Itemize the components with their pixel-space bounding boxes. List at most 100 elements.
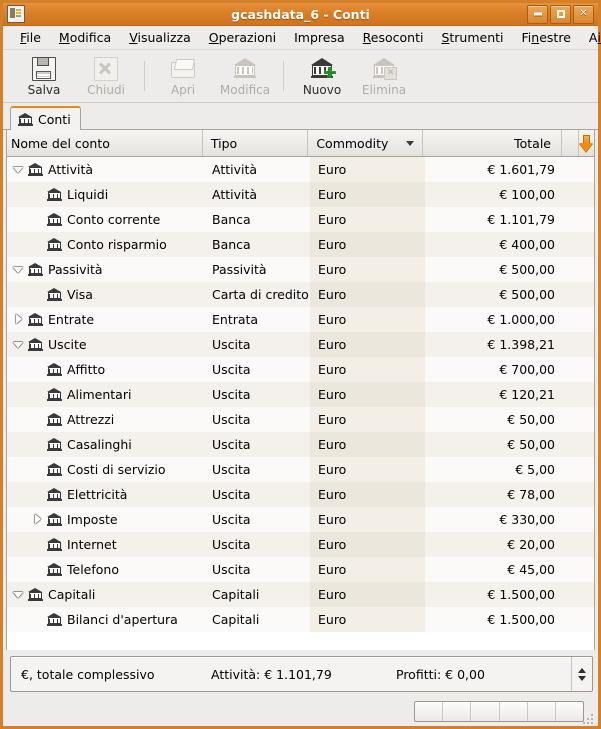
column-header-total[interactable]: Totale	[423, 130, 562, 156]
expander-placeholder	[31, 413, 45, 427]
toolbar-button-apri[interactable]: Apri	[152, 53, 214, 99]
minimize-button[interactable]	[527, 5, 548, 24]
cell-account-name: Casalinghi	[7, 432, 204, 457]
spinner-down-icon[interactable]	[578, 676, 586, 681]
expander-open-icon[interactable]	[12, 163, 26, 177]
cell-account-name: Conto risparmio	[7, 232, 204, 257]
cell-end-filler	[565, 307, 594, 332]
table-row[interactable]: Conto correnteBancaEuro€ 1.101,79	[7, 207, 594, 232]
table-row[interactable]: Bilanci d'aperturaCapitaliEuro€ 1.500,00	[7, 607, 594, 632]
expander-open-icon[interactable]	[12, 263, 26, 277]
toolbar-button-salva[interactable]: Salva	[13, 53, 75, 99]
table-row[interactable]: AlimentariUscitaEuro€ 120,21	[7, 382, 594, 407]
cell-account-name: Elettricità	[7, 482, 204, 507]
table-row[interactable]: CasalinghiUscitaEuro€ 50,00	[7, 432, 594, 457]
menu-resoconti[interactable]: Resoconti	[354, 27, 433, 48]
column-header-type[interactable]: Tipo	[203, 130, 308, 156]
summary-spinner[interactable]	[571, 657, 592, 691]
menu-finestre[interactable]: Finestre	[513, 27, 580, 48]
cell-account-type: Passività	[204, 257, 310, 282]
table-row[interactable]: ImposteUscitaEuro€ 330,00	[7, 507, 594, 532]
tab-conti[interactable]: Conti	[10, 106, 81, 130]
cell-total: € 5,00	[425, 457, 565, 482]
spinner-up-icon[interactable]	[578, 668, 586, 673]
table-row[interactable]: TelefonoUscitaEuro€ 45,00	[7, 557, 594, 582]
cell-total: € 400,00	[425, 232, 565, 257]
bank-icon	[28, 313, 43, 326]
resize-grip[interactable]	[583, 712, 595, 724]
table-row[interactable]: InternetUscitaEuro€ 20,00	[7, 532, 594, 557]
table-row[interactable]: VisaCarta di creditoEuro€ 500,00	[7, 282, 594, 307]
floppy-disk-icon	[31, 56, 57, 80]
menu-aiuto[interactable]: Aiuto	[580, 27, 601, 48]
cell-total: € 700,00	[425, 357, 565, 382]
expander-placeholder	[31, 438, 45, 452]
toolbar-button-modifica[interactable]: Modifica	[214, 53, 276, 99]
menu-strumenti[interactable]: Strumenti	[432, 27, 512, 48]
expander-placeholder	[31, 388, 45, 402]
cell-account-type: Banca	[204, 207, 310, 232]
table-row[interactable]: UsciteUscitaEuro€ 1.398,21	[7, 332, 594, 357]
toolbar-button-chiudi[interactable]: Chiudi	[75, 53, 137, 99]
expander-closed-icon[interactable]	[12, 313, 26, 327]
progress-segment	[528, 702, 556, 721]
account-name-label: Casalinghi	[67, 437, 132, 452]
account-name-label: Entrate	[48, 312, 94, 327]
bank-icon	[47, 463, 62, 476]
expander-closed-icon[interactable]	[31, 513, 45, 527]
bank-icon	[47, 363, 62, 376]
menu-visualizza[interactable]: Visualizza	[120, 27, 200, 48]
column-chooser-button[interactable]	[579, 130, 594, 156]
cell-commodity: Euro	[310, 332, 425, 357]
menu-impresa[interactable]: Impresa	[285, 27, 354, 48]
table-row[interactable]: AttrezziUscitaEuro€ 50,00	[7, 407, 594, 432]
table-row[interactable]: Costi di servizioUscitaEuro€ 5,00	[7, 457, 594, 482]
cell-total: € 1.000,00	[425, 307, 565, 332]
table-row[interactable]: AffittoUscitaEuro€ 700,00	[7, 357, 594, 382]
account-name-label: Bilanci d'apertura	[67, 612, 178, 627]
table-row[interactable]: LiquidiAttivitàEuro€ 100,00	[7, 182, 594, 207]
menu-file[interactable]: File	[11, 27, 50, 48]
column-header-name[interactable]: Nome del conto	[7, 130, 203, 156]
toolbar-separator-1	[144, 61, 145, 91]
close-button[interactable]: ✕	[573, 5, 594, 24]
progress-indicator	[414, 701, 584, 722]
expander-placeholder	[31, 188, 45, 202]
table-row[interactable]: ElettricitàUscitaEuro€ 78,00	[7, 482, 594, 507]
toolbar-label-nuovo: Nuovo	[303, 83, 341, 97]
toolbar-button-elimina[interactable]: ✕ Elimina	[353, 53, 415, 99]
cell-total: € 45,00	[425, 557, 565, 582]
table-row[interactable]: PassivitàPassivitàEuro€ 500,00	[7, 257, 594, 282]
accounts-tree-view: Nome del conto Tipo Commodity Totale Att…	[6, 130, 595, 650]
toolbar-button-nuovo[interactable]: ✚ Nuovo	[291, 53, 353, 99]
cell-end-filler	[565, 457, 594, 482]
cell-end-filler	[565, 332, 594, 357]
gnucash-main-window: gcashdata_6 - Conti ✕ File Modifica Visu…	[0, 0, 601, 729]
cell-account-type: Uscita	[204, 357, 310, 382]
account-name-label: Uscite	[48, 337, 87, 352]
cell-account-type: Attività	[204, 157, 310, 182]
menu-operazioni[interactable]: Operazioni	[200, 27, 285, 48]
account-name-label: Alimentari	[67, 387, 131, 402]
cell-commodity: Euro	[310, 382, 425, 407]
account-name-label: Telefono	[67, 562, 119, 577]
edit-account-icon	[232, 56, 258, 80]
maximize-button[interactable]	[550, 5, 571, 24]
tree-body: AttivitàAttivitàEuro€ 1.601,79LiquidiAtt…	[7, 157, 594, 650]
cell-end-filler	[565, 557, 594, 582]
toolbar-label-modifica: Modifica	[220, 83, 270, 97]
cell-total: € 500,00	[425, 282, 565, 307]
table-row[interactable]: AttivitàAttivitàEuro€ 1.601,79	[7, 157, 594, 182]
column-header-commodity[interactable]: Commodity	[308, 130, 422, 156]
cell-total: € 500,00	[425, 257, 565, 282]
table-row[interactable]: Conto risparmioBancaEuro€ 400,00	[7, 232, 594, 257]
delete-account-icon: ✕	[371, 56, 397, 80]
menu-modifica[interactable]: Modifica	[50, 27, 120, 48]
bank-icon	[47, 213, 62, 226]
title-bar: gcashdata_6 - Conti ✕	[3, 3, 598, 26]
expander-open-icon[interactable]	[12, 338, 26, 352]
table-row[interactable]: CapitaliCapitaliEuro€ 1.500,00	[7, 582, 594, 607]
toolbar-label-apri: Apri	[171, 83, 195, 97]
table-row[interactable]: EntrateEntrataEuro€ 1.000,00	[7, 307, 594, 332]
expander-open-icon[interactable]	[12, 588, 26, 602]
